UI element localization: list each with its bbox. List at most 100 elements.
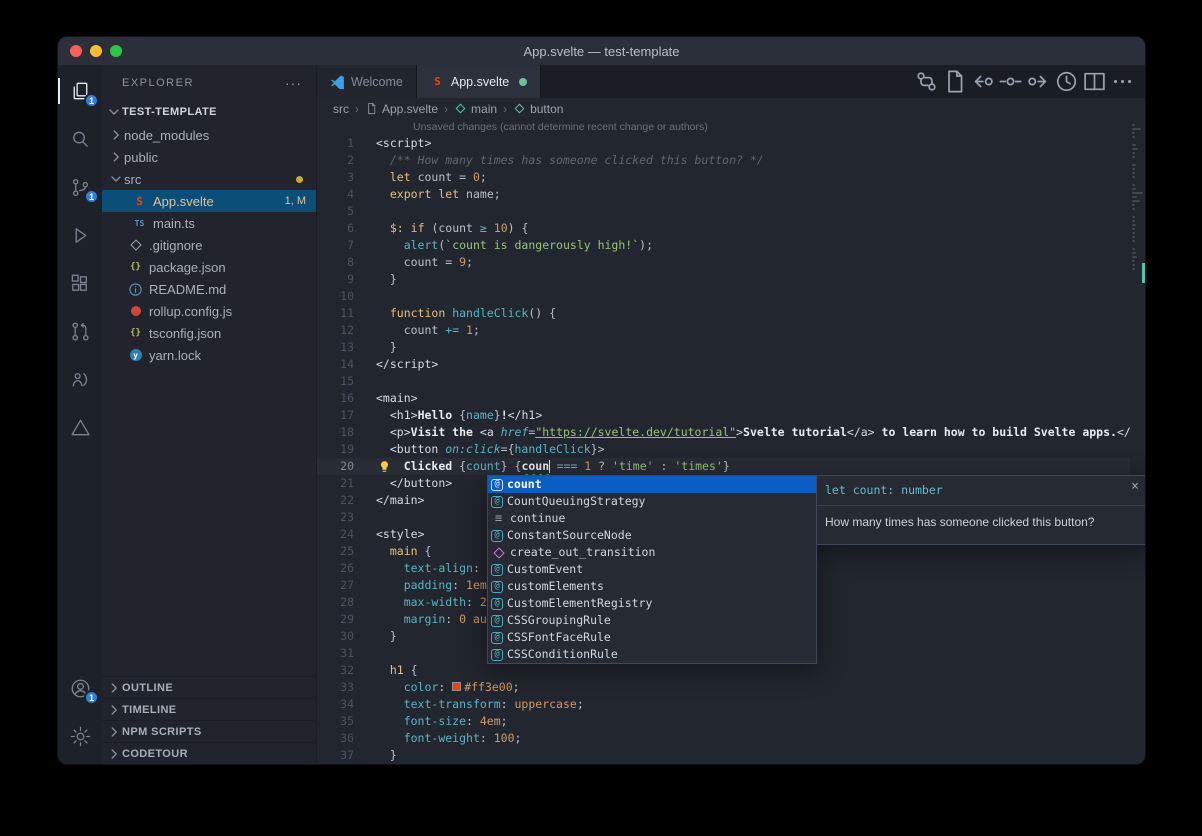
code-line-36[interactable]: 36 font-weight: 100; — [317, 730, 1130, 747]
tree-item-app-svelte[interactable]: SApp.svelte1, M — [102, 190, 316, 212]
minimap-line — [1132, 168, 1135, 170]
code-line-1[interactable]: 1<script> — [317, 135, 1130, 152]
section-outline[interactable]: OUTLINE — [102, 676, 316, 698]
code-line-4[interactable]: 4 export let name; — [317, 186, 1130, 203]
code-line-10[interactable]: 10 — [317, 288, 1130, 305]
minimap-line — [1132, 220, 1135, 222]
live-share-icon[interactable] — [58, 355, 102, 403]
explorer-icon[interactable]: 1 — [58, 67, 102, 115]
suggest-item-cssconditionrule[interactable]: @CSSConditionRule — [488, 646, 816, 663]
tree-item-src[interactable]: src — [102, 168, 316, 190]
center-change-icon[interactable] — [998, 69, 1023, 94]
code-editor[interactable]: Unsaved changes (cannot determine recent… — [317, 119, 1145, 764]
suggest-item-count[interactable]: @count — [488, 476, 816, 493]
code-line-11[interactable]: 11 function handleClick() { — [317, 305, 1130, 322]
suggest-item-cssfontfacerule[interactable]: @CSSFontFaceRule — [488, 629, 816, 646]
code-line-9[interactable]: 9 } — [317, 271, 1130, 288]
split-editor-icon[interactable] — [1082, 69, 1107, 94]
code-line-16[interactable]: 16<main> — [317, 390, 1130, 407]
suggest-item-customelementregistry[interactable]: @CustomElementRegistry — [488, 595, 816, 612]
activity-bar-bottom: 1 — [58, 664, 102, 764]
workspace-section-header[interactable]: TEST-TEMPLATE — [102, 100, 316, 124]
breadcrumb-item-src[interactable]: src — [333, 102, 349, 116]
code-line-19[interactable]: 19 <button on:click={handleClick}> — [317, 441, 1130, 458]
code-line-8[interactable]: 8 count = 9; — [317, 254, 1130, 271]
suggest-item-cssgroupingrule[interactable]: @CSSGroupingRule — [488, 612, 816, 629]
sidebar-header: EXPLORER ··· — [102, 65, 316, 100]
code-line-33[interactable]: 33 color: #ff3e00; — [317, 679, 1130, 696]
chevron-down-icon — [106, 104, 122, 120]
suggest-item-constantsourcenode[interactable]: @ConstantSourceNode — [488, 527, 816, 544]
minimap[interactable] — [1130, 119, 1145, 764]
minimize-window-button[interactable] — [90, 45, 102, 57]
tree-item-node-modules[interactable]: node_modules — [102, 124, 316, 146]
close-icon[interactable]: × — [1131, 480, 1139, 493]
suggest-item-countqueuingstrategy[interactable]: @CountQueuingStrategy — [488, 493, 816, 510]
run-debug-icon[interactable] — [58, 211, 102, 259]
code-line-3[interactable]: 3 let count = 0; — [317, 169, 1130, 186]
code-line-35[interactable]: 35 font-size: 4em; — [317, 713, 1130, 730]
tab-app-svelte[interactable]: SApp.svelte — [417, 65, 541, 98]
code-line-12[interactable]: 12 count += 1; — [317, 322, 1130, 339]
code-lines[interactable]: Unsaved changes (cannot determine recent… — [317, 119, 1130, 764]
code-line-2[interactable]: 2 /** How many times has someone clicked… — [317, 152, 1130, 169]
more-icon[interactable] — [1110, 69, 1135, 94]
account-icon[interactable]: 1 — [58, 664, 102, 712]
zoom-window-button[interactable] — [110, 45, 122, 57]
source-control-icon[interactable]: 1 — [58, 163, 102, 211]
code-line-13[interactable]: 13 } — [317, 339, 1130, 356]
code-line-7[interactable]: 7 alert(`count is dangerously high!`); — [317, 237, 1130, 254]
codelens-row[interactable]: Unsaved changes (cannot determine recent… — [317, 119, 1130, 135]
search-icon[interactable] — [58, 115, 102, 163]
code-line-15[interactable]: 15 — [317, 373, 1130, 390]
compare-icon[interactable] — [914, 69, 939, 94]
history-icon[interactable] — [1054, 69, 1079, 94]
suggest-item-create-out-transition[interactable]: create_out_transition — [488, 544, 816, 561]
tree-item-label: tsconfig.json — [149, 326, 221, 341]
tab-bar: WelcomeSApp.svelte — [317, 65, 1145, 98]
breadcrumb-item-main[interactable]: main — [454, 102, 497, 116]
tree-item-rollup-config-js[interactable]: rollup.config.js — [102, 300, 316, 322]
close-window-button[interactable] — [70, 45, 82, 57]
code-line-20[interactable]: 20 Clicked {count} {coun === 1 ? 'time' … — [317, 458, 1130, 475]
code-line-18[interactable]: 18 <p>Visit the <a href="https://svelte.… — [317, 424, 1130, 441]
suggest-item-customelements[interactable]: @customElements — [488, 578, 816, 595]
title-bar[interactable]: App.svelte — test-template — [58, 37, 1145, 65]
code-line-34[interactable]: 34 text-transform: uppercase; — [317, 696, 1130, 713]
section-label: CODETOUR — [122, 748, 188, 760]
tree-item-readme-md[interactable]: README.md — [102, 278, 316, 300]
tree-item-package-json[interactable]: {}package.json — [102, 256, 316, 278]
code-line-6[interactable]: 6 $: if (count ≥ 10) { — [317, 220, 1130, 237]
tree-item-public[interactable]: public — [102, 146, 316, 168]
suggest-item-customevent[interactable]: @CustomEvent — [488, 561, 816, 578]
next-change-icon[interactable] — [1026, 69, 1051, 94]
code-line-17[interactable]: 17 <h1>Hello {name}!</h1> — [317, 407, 1130, 424]
code-line-37[interactable]: 37 } — [317, 747, 1130, 764]
minimap-line — [1132, 232, 1135, 234]
previous-change-icon[interactable] — [970, 69, 995, 94]
triangle-icon[interactable] — [58, 403, 102, 451]
sidebar-more-actions-icon[interactable]: ··· — [285, 75, 302, 91]
section-timeline[interactable]: TIMELINE — [102, 698, 316, 720]
tree-item-yarn-lock[interactable]: yyarn.lock — [102, 344, 316, 366]
rollup-file-icon — [128, 304, 143, 319]
breadcrumb-item-button[interactable]: button — [513, 102, 563, 116]
suggest-item-continue[interactable]: ≡continue — [488, 510, 816, 527]
tree-item--gitignore[interactable]: .gitignore — [102, 234, 316, 256]
lightbulb-icon[interactable] — [378, 460, 391, 473]
tab-welcome[interactable]: Welcome — [317, 65, 417, 98]
section-npm-scripts[interactable]: NPM SCRIPTS — [102, 720, 316, 742]
section-codetour[interactable]: CODETOUR — [102, 742, 316, 764]
tree-item-main-ts[interactable]: TSmain.ts — [102, 212, 316, 234]
breadcrumb-item-app-svelte[interactable]: App.svelte — [365, 102, 438, 116]
pull-request-icon[interactable] — [58, 307, 102, 355]
settings-icon[interactable] — [58, 712, 102, 760]
open-changes-icon[interactable] — [942, 69, 967, 94]
code-line-14[interactable]: 14</script> — [317, 356, 1130, 373]
tree-item-tsconfig-json[interactable]: {}tsconfig.json — [102, 322, 316, 344]
dirty-indicator-dot — [519, 78, 527, 86]
extensions-icon[interactable] — [58, 259, 102, 307]
code-line-5[interactable]: 5 — [317, 203, 1130, 220]
suggest-item-label: CountQueuingStrategy — [507, 493, 645, 510]
code-line-32[interactable]: 32 h1 { — [317, 662, 1130, 679]
